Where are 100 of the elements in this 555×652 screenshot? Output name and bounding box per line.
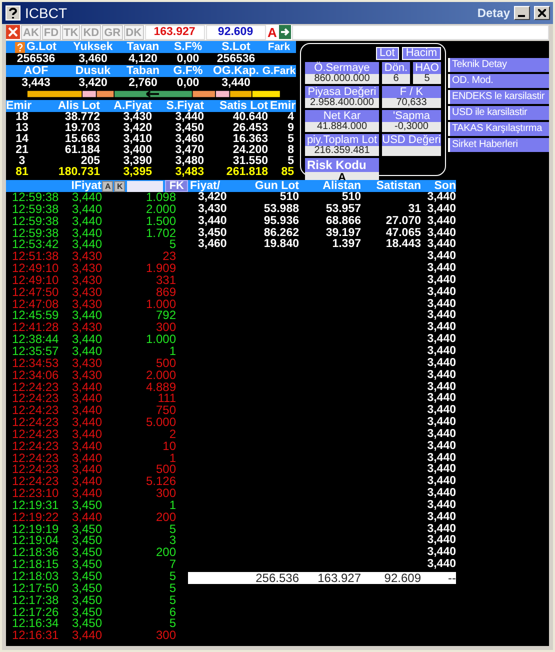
trade-lot: 869: [154, 286, 176, 299]
trade-lot: 5: [168, 582, 176, 595]
order-cell-text: 15.663: [64, 134, 101, 145]
trade-price: 3,450: [71, 547, 104, 560]
column-header[interactable]: IFiyat: [71, 180, 102, 192]
stat-value: 3,460: [78, 53, 108, 65]
menu-link[interactable]: USD ile karsilastir: [448, 106, 549, 120]
toolbar-tab[interactable]: TK: [62, 25, 80, 40]
last-price-cell-text: 3,440: [426, 370, 456, 382]
menu-link[interactable]: ENDEKS le karsilastir: [448, 90, 549, 104]
toolbar-tab[interactable]: GR: [102, 25, 123, 40]
menu-link[interactable]: Sirket Haberleri: [448, 138, 549, 152]
unit-button[interactable]: Lot: [376, 47, 399, 60]
stat-label: Tavan: [120, 41, 166, 53]
column-header[interactable]: Alis Lot: [40, 100, 102, 112]
filter-field[interactable]: [127, 180, 164, 192]
toggle-button[interactable]: K: [114, 180, 126, 192]
order-cell-text: 3: [18, 156, 26, 167]
menu-link[interactable]: TAKAS Karşılaştırma: [448, 122, 549, 136]
stat-value: 0,00: [176, 53, 200, 65]
stat-value: 256536: [216, 53, 256, 65]
column-header[interactable]: Son: [421, 180, 456, 192]
order-cell-text: 205: [80, 156, 101, 167]
filter-button[interactable]: FK: [165, 180, 188, 192]
detail-value: 70,633: [382, 98, 441, 108]
help-icon[interactable]: [5, 5, 21, 21]
trade-price: 3,440: [71, 630, 104, 642]
minimize-button[interactable]: [514, 6, 530, 20]
toolbar-tab[interactable]: KD: [81, 25, 102, 40]
column-header[interactable]: S.Fiyat: [154, 100, 206, 112]
mode-label: A: [266, 25, 278, 40]
detail-label: Dön.: [382, 62, 410, 74]
trade-time: 12:19:19: [11, 524, 60, 536]
last-price-cell-text: 3,440: [426, 192, 456, 204]
column-header[interactable]: Fiyat/: [188, 180, 236, 192]
trade-price: 3,450: [71, 618, 104, 630]
lot-cell-text: 27.070: [384, 216, 421, 228]
lot-cell-text: 510: [278, 192, 299, 204]
trade-lot: 10: [162, 440, 176, 453]
trade-price: 3,440: [71, 464, 104, 476]
order-cell-text: 3,470: [174, 145, 205, 156]
column-header[interactable]: A.Fiyat: [102, 100, 154, 112]
trade-lot: 1: [168, 346, 176, 358]
column-header[interactable]: Gun Lot: [236, 180, 299, 192]
detail-label: Net Kar: [305, 110, 379, 122]
trade-lot: 750: [154, 405, 176, 418]
stat-value: 3,440: [220, 77, 252, 89]
column-header[interactable]: Emir: [6, 100, 40, 112]
order-cell-text: 3,440: [175, 112, 205, 123]
toolbar-tab[interactable]: AK: [21, 25, 41, 40]
trade-time: 12:17:26: [11, 606, 60, 618]
unit-button[interactable]: Hacim: [402, 47, 441, 60]
last-price-cell-text: 3,440: [426, 428, 456, 441]
input-field[interactable]: [292, 25, 549, 40]
window-title: ICBCT: [25, 5, 67, 21]
total-cell-text: 3,483: [174, 167, 205, 178]
trade-lot: 1: [169, 452, 176, 464]
column-header[interactable]: Satistan: [361, 180, 421, 192]
order-cell-text: 5: [286, 134, 295, 145]
trade-lot: 300: [154, 630, 176, 642]
close-icon: [538, 9, 546, 17]
trade-time: 12:38:44: [11, 334, 60, 346]
price-cell-text: 3,430: [197, 204, 228, 216]
trade-lot: 111: [158, 393, 176, 406]
trade-price: 3,450: [71, 582, 104, 595]
detail-label: HAO: [413, 62, 441, 74]
lot-cell-text: 31: [407, 204, 421, 216]
trade-lot: 5.000: [144, 417, 176, 429]
total-cell-text: 81: [14, 167, 30, 178]
close-button[interactable]: [534, 6, 550, 20]
trade-lot: 5: [168, 524, 176, 536]
order-cell-text: 13: [14, 123, 30, 134]
order-cell-text: 3,390: [122, 156, 153, 167]
last-price-cell-text: 3,440: [426, 228, 456, 239]
menu-link[interactable]: OD. Mod.: [448, 74, 549, 88]
last-price-cell-text: 3,440: [426, 512, 456, 524]
trade-time: 12:19:22: [11, 512, 60, 524]
trade-time: 12:24:23: [11, 440, 60, 453]
trade-price: 3,430: [71, 286, 104, 299]
last-price-cell-text: 3,440: [426, 393, 456, 405]
order-cell-text: 19.703: [64, 123, 101, 134]
trade-time: 12:24:23: [11, 452, 60, 464]
toolbar-tab[interactable]: FD: [42, 25, 61, 40]
trade-lot: 2: [168, 428, 176, 441]
order-cell-text: 38.772: [64, 112, 101, 123]
detail-value: 2.958.400.000: [305, 98, 379, 108]
column-header[interactable]: Satis Lot: [206, 100, 270, 112]
toggle-button[interactable]: A: [102, 180, 114, 192]
order-cell-text: 3,410: [122, 134, 153, 145]
arrow-icon[interactable]: [278, 25, 291, 39]
trade-time: 12:51:38: [11, 251, 60, 264]
trade-time: 12:34:06: [11, 370, 60, 382]
column-header[interactable]: Emir: [270, 100, 296, 112]
last-price-cell-text: 3,440: [426, 322, 456, 334]
close-icon[interactable]: [6, 25, 20, 39]
toolbar-tab[interactable]: DK: [124, 25, 144, 40]
trade-time: 12:59:38: [11, 192, 60, 204]
total-cell-text: 3,395: [122, 167, 153, 178]
menu-link[interactable]: Teknik Detay: [448, 58, 549, 72]
stat-value: 2,760: [128, 77, 158, 89]
